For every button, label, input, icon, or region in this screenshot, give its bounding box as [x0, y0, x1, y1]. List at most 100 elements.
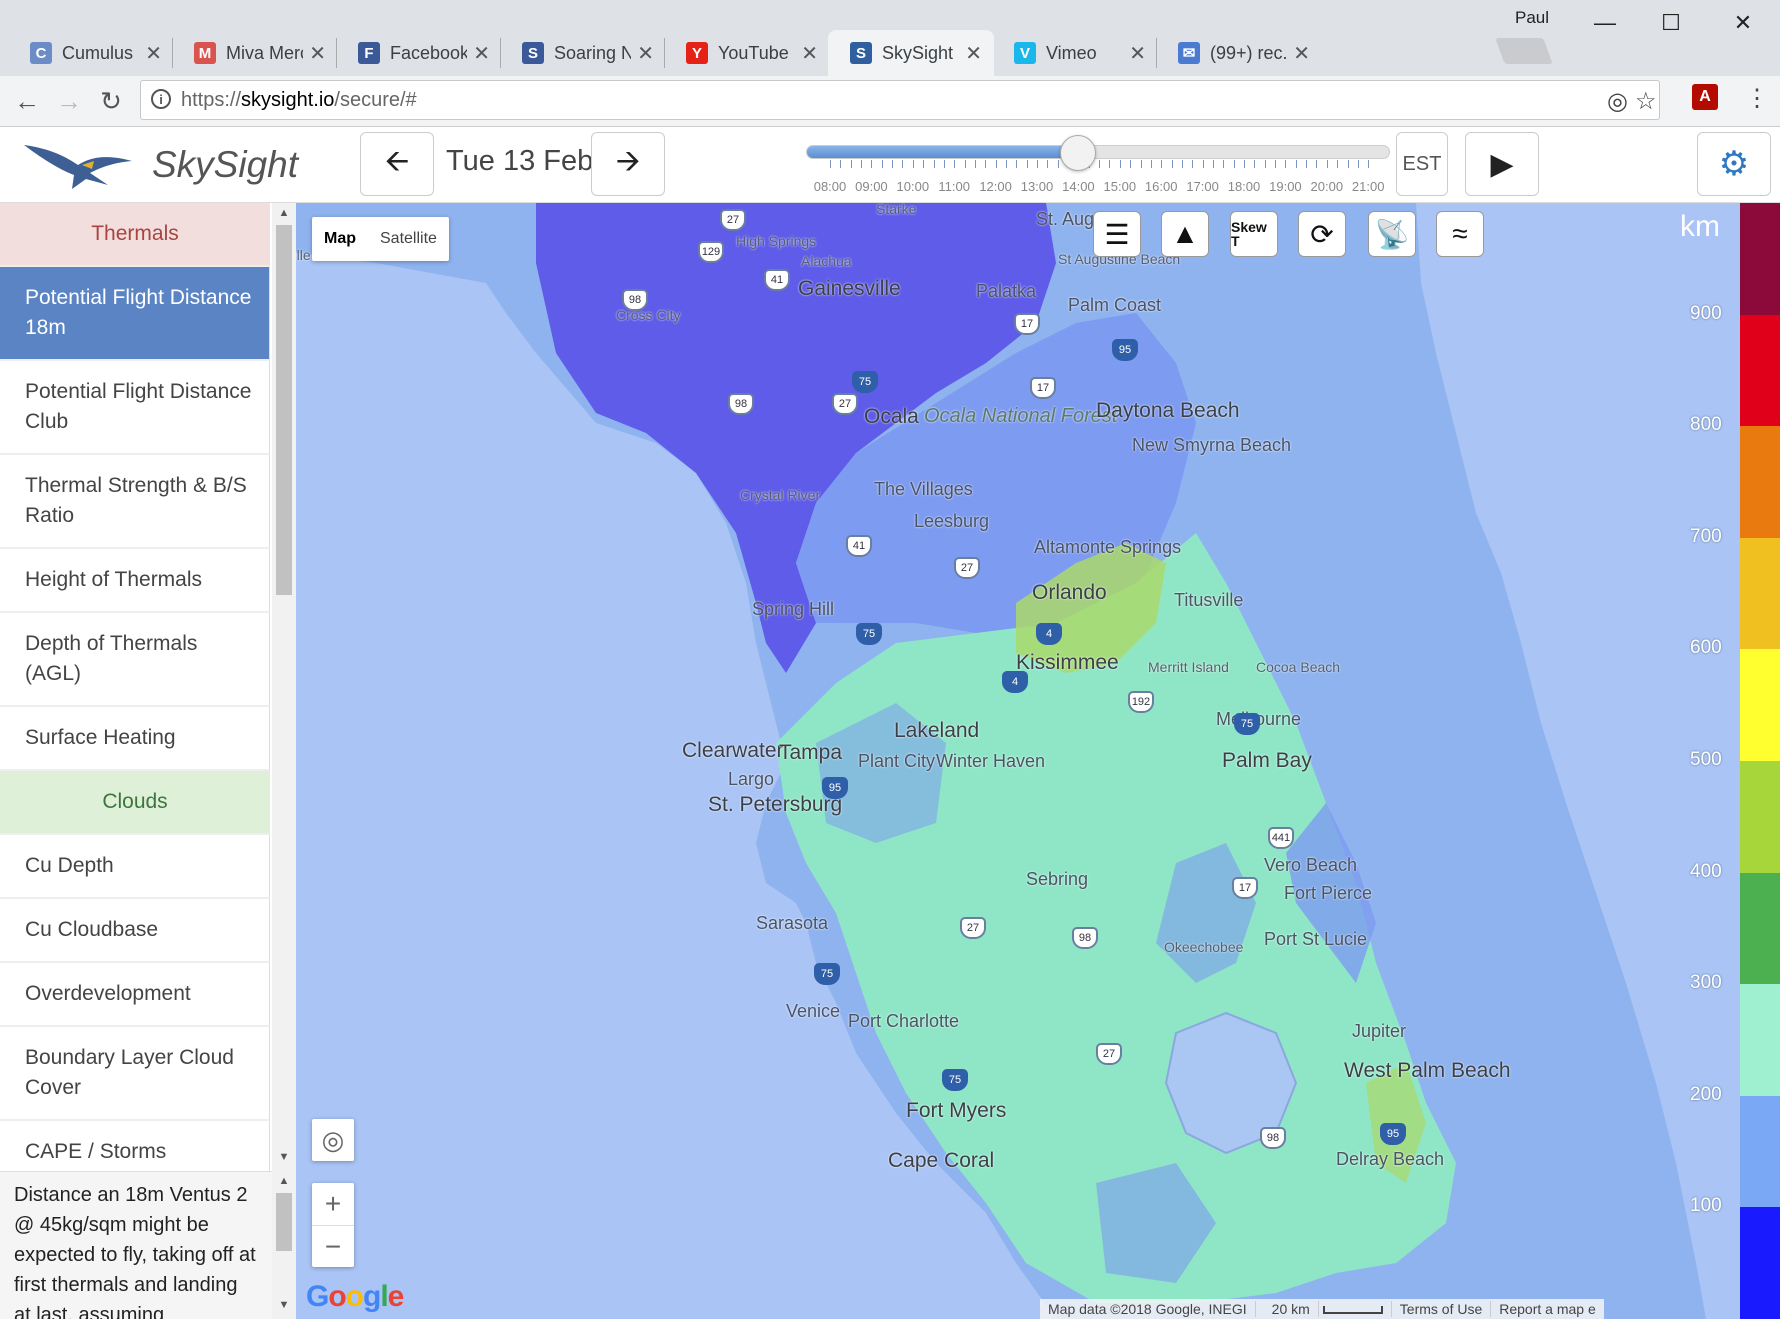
- legend-swatch: [1740, 872, 1780, 985]
- date-label: Tue 13 Feb: [446, 145, 594, 177]
- browser-tab[interactable]: ✉ (99+) rec.av✕: [1156, 30, 1322, 76]
- waypoints-icon[interactable]: ≈: [1436, 211, 1484, 257]
- sidebar-item[interactable]: Overdevelopment: [0, 963, 270, 1027]
- sidebar-item[interactable]: Cu Cloudbase: [0, 899, 270, 963]
- slider-tick: [861, 160, 863, 168]
- tab-close-icon[interactable]: ✕: [145, 41, 162, 66]
- scroll-down-icon[interactable]: ▼: [272, 1299, 296, 1311]
- sidebar-item[interactable]: Depth of Thermals (AGL): [0, 613, 270, 707]
- sidebar-scrollbar[interactable]: ▲ ▼: [272, 203, 296, 1171]
- tab-close-icon[interactable]: ✕: [473, 41, 490, 66]
- scrollbar-thumb[interactable]: [276, 1193, 292, 1251]
- terms-link[interactable]: Terms of Use: [1392, 1301, 1492, 1317]
- sidebar-item[interactable]: Surface Heating: [0, 707, 270, 771]
- maximize-icon[interactable]: ☐: [1648, 8, 1694, 38]
- tab-title: Facebook: [390, 42, 468, 63]
- road-shield: 41: [764, 269, 790, 291]
- legend-swatch: [1740, 1095, 1780, 1208]
- route-icon[interactable]: ⟳: [1298, 211, 1346, 257]
- signal-icon[interactable]: 📡: [1368, 211, 1416, 257]
- tab-close-icon[interactable]: ✕: [965, 41, 982, 66]
- map-type-satellite-button[interactable]: Satellite: [368, 217, 449, 261]
- slider-tick: [1109, 160, 1111, 168]
- forecast-map[interactable]: Map Satellite Starke High Springs Alachua G…: [296, 203, 1740, 1319]
- slider-tick: [1005, 160, 1007, 168]
- tab-close-icon[interactable]: ✕: [1129, 41, 1146, 66]
- info-icon[interactable]: i: [151, 89, 171, 109]
- browser-tab[interactable]: F Facebook ✕: [336, 30, 502, 76]
- minimize-icon[interactable]: —: [1582, 8, 1628, 38]
- road-shield: 98: [622, 289, 648, 311]
- sidebar-item[interactable]: Thermal Strength & B/S Ratio: [0, 455, 270, 549]
- place-label: Lakeland: [894, 719, 980, 742]
- hour-label: 16:00: [1144, 179, 1178, 194]
- section-clouds[interactable]: Clouds: [0, 771, 270, 835]
- scroll-down-icon[interactable]: ▼: [272, 1151, 296, 1163]
- road-shield: 75: [856, 623, 882, 645]
- place-label: Orlando: [1032, 581, 1107, 604]
- settings-gear-icon[interactable]: ⚙: [1697, 132, 1771, 196]
- legend-value: 300: [1690, 972, 1722, 994]
- tab-close-icon[interactable]: ✕: [801, 41, 818, 66]
- chrome-menu-icon[interactable]: ⋮: [1745, 84, 1769, 113]
- address-bar[interactable]: i https://skysight.io/secure/# ◎ ☆: [140, 80, 1660, 120]
- location-blocked-icon[interactable]: ◎: [1607, 87, 1628, 116]
- road-shield: 441: [1268, 827, 1294, 849]
- scroll-up-icon[interactable]: ▲: [272, 207, 296, 219]
- sidebar-item[interactable]: Boundary Layer Cloud Cover: [0, 1027, 270, 1121]
- sidebar-item[interactable]: Potential Flight Distance Club: [0, 361, 270, 455]
- tab-separator: [336, 38, 337, 68]
- back-icon[interactable]: ←: [10, 84, 44, 118]
- hour-label: 10:00: [896, 179, 930, 194]
- browser-tab[interactable]: S Soaring Ne✕: [500, 30, 666, 76]
- slider-tick: [1326, 160, 1328, 168]
- time-slider[interactable]: 08:00 09:00 10:00 11:00 12:00 13:00 14:00 15:00…: [806, 127, 1390, 202]
- zoom-in-button[interactable]: +: [312, 1183, 354, 1226]
- tab-close-icon[interactable]: ✕: [309, 41, 326, 66]
- sidebar-item[interactable]: Potential Flight Distance 18m: [0, 267, 270, 361]
- map-scale[interactable]: 20 km: [1256, 1301, 1392, 1317]
- sidebar-item[interactable]: Height of Thermals: [0, 549, 270, 613]
- place-label: Cape Coral: [888, 1149, 995, 1172]
- browser-tab[interactable]: V Vimeo ✕: [992, 30, 1158, 76]
- browser-tab[interactable]: C Cumulus Sc ✕: [8, 30, 174, 76]
- skew-t-button[interactable]: Skew T: [1230, 211, 1278, 257]
- mountain-icon[interactable]: ▲: [1161, 211, 1209, 257]
- description-scrollbar[interactable]: ▲ ▼: [272, 1171, 296, 1319]
- tab-close-icon[interactable]: ✕: [637, 41, 654, 66]
- next-day-button[interactable]: 🡪: [591, 132, 665, 196]
- scroll-up-icon[interactable]: ▲: [272, 1175, 296, 1187]
- new-tab-button[interactable]: [1495, 38, 1553, 64]
- road-shield: 98: [1260, 1127, 1286, 1149]
- bookmark-star-icon[interactable]: ☆: [1635, 87, 1657, 116]
- locate-icon[interactable]: ◎: [312, 1119, 354, 1161]
- browser-tab[interactable]: Y YouTube ✕: [664, 30, 830, 76]
- list-icon[interactable]: ☰: [1093, 211, 1141, 257]
- timezone-button[interactable]: EST: [1396, 132, 1448, 196]
- hour-label: 18:00: [1227, 179, 1261, 194]
- reload-icon[interactable]: ↻: [94, 84, 128, 118]
- map-type-map-button[interactable]: Map: [312, 217, 368, 261]
- play-button[interactable]: ▶: [1465, 132, 1539, 196]
- tab-close-icon[interactable]: ✕: [1293, 41, 1310, 66]
- acrobat-extension-icon[interactable]: A: [1692, 84, 1718, 110]
- legend-swatch: [1740, 426, 1780, 538]
- zoom-out-button[interactable]: −: [312, 1226, 354, 1268]
- sidebar-item[interactable]: Cu Depth: [0, 835, 270, 899]
- layer-sidebar: Thermals Potential Flight Distance 18m Po…: [0, 203, 272, 1171]
- slider-track[interactable]: [806, 145, 1390, 159]
- profile-name[interactable]: Paul: [1515, 8, 1549, 28]
- scrollbar-thumb[interactable]: [276, 225, 292, 595]
- skew-t-label: Skew T: [1231, 219, 1267, 249]
- report-link[interactable]: Report a map e: [1491, 1301, 1604, 1317]
- section-thermals[interactable]: Thermals: [0, 203, 270, 267]
- sidebar-item[interactable]: CAPE / Storms: [0, 1121, 270, 1171]
- forward-icon[interactable]: →: [52, 84, 86, 118]
- browser-tab[interactable]: M Miva Merch ✕: [172, 30, 338, 76]
- url-text[interactable]: https://skysight.io/secure/#: [181, 89, 417, 112]
- browser-tab[interactable]: S SkySight ✕: [828, 30, 994, 76]
- place-label: West Palm Beach: [1344, 1059, 1511, 1082]
- close-window-icon[interactable]: ✕: [1720, 8, 1766, 38]
- place-label: Largo: [728, 769, 775, 789]
- prev-day-button[interactable]: 🡨: [360, 132, 434, 196]
